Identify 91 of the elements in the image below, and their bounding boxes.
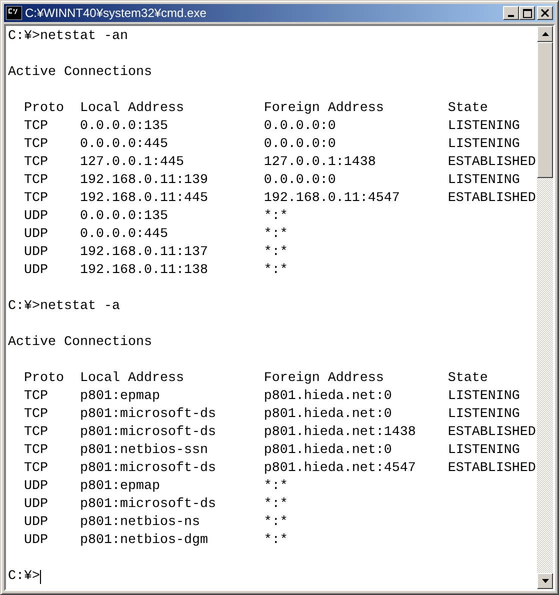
table-cell: 127.0.0.1:1438: [264, 155, 376, 170]
table-cell: LISTENING: [448, 407, 520, 422]
table-cell: LISTENING: [448, 119, 520, 134]
maximize-icon: [522, 8, 532, 18]
table-cell: 0.0.0.0:135: [80, 119, 168, 134]
table-cell: 0.0.0.0:0: [264, 137, 336, 152]
window-title: C:¥WINNT40¥system32¥cmd.exe: [25, 6, 208, 20]
scroll-down-button[interactable]: [537, 573, 553, 589]
scroll-up-button[interactable]: [537, 26, 553, 42]
table-cell: TCP: [24, 443, 48, 458]
table-cell: TCP: [24, 389, 48, 404]
close-button[interactable]: [537, 6, 553, 20]
table-cell: LISTENING: [448, 137, 520, 152]
scroll-thumb[interactable]: [537, 42, 553, 178]
table-cell: UDP: [24, 209, 48, 224]
table-cell: p801.hieda.net:0: [264, 389, 392, 404]
section-heading: Active Connections: [8, 64, 152, 82]
table-cell: p801:netbios-dgm: [80, 533, 208, 548]
table-cell: ESTABLISHED: [448, 155, 536, 170]
column-header: Foreign Address: [264, 101, 384, 116]
column-header: Local Address: [80, 371, 184, 386]
table-cell: LISTENING: [448, 389, 520, 404]
table-cell: 127.0.0.1:445: [80, 155, 184, 170]
table-cell: TCP: [24, 407, 48, 422]
table-cell: p801.hieda.net:4547: [264, 461, 416, 476]
table-cell: TCP: [24, 173, 48, 188]
table-cell: LISTENING: [448, 443, 520, 458]
table-cell: 0.0.0.0:445: [80, 227, 168, 242]
table-cell: *:*: [264, 515, 288, 530]
table-cell: p801:microsoft-ds: [80, 461, 216, 476]
table-cell: UDP: [24, 497, 48, 512]
table-cell: TCP: [24, 119, 48, 134]
table-cell: *:*: [264, 497, 288, 512]
table-cell: p801:netbios-ssn: [80, 443, 208, 458]
table-cell: *:*: [264, 245, 288, 260]
table-cell: 0.0.0.0:0: [264, 119, 336, 134]
column-header: Proto: [24, 371, 64, 386]
table-cell: 192.168.0.11:138: [80, 263, 208, 278]
table-cell: p801:epmap: [80, 389, 160, 404]
table-cell: p801.hieda.net:0: [264, 407, 392, 422]
table-cell: TCP: [24, 137, 48, 152]
table-cell: *:*: [264, 533, 288, 548]
table-cell: UDP: [24, 245, 48, 260]
table-cell: 0.0.0.0:0: [264, 173, 336, 188]
table-cell: 192.168.0.11:137: [80, 245, 208, 260]
table-cell: TCP: [24, 425, 48, 440]
down-arrow-icon: [542, 579, 548, 583]
command-line: C:¥>netstat -a: [8, 298, 120, 316]
table-cell: UDP: [24, 533, 48, 548]
table-cell: UDP: [24, 263, 48, 278]
table-cell: UDP: [24, 227, 48, 242]
table-cell: *:*: [264, 479, 288, 494]
table-cell: *:*: [264, 209, 288, 224]
table-cell: p801:microsoft-ds: [80, 497, 216, 512]
table-cell: TCP: [24, 461, 48, 476]
up-arrow-icon: [542, 32, 548, 36]
table-cell: ESTABLISHED: [448, 461, 536, 476]
command-prompt: C:¥>: [8, 568, 40, 586]
column-header: Proto: [24, 101, 64, 116]
minimize-button[interactable]: [503, 6, 519, 20]
table-cell: LISTENING: [448, 173, 520, 188]
table-cell: ESTABLISHED: [448, 191, 536, 206]
table-cell: 192.168.0.11:4547: [264, 191, 400, 206]
table-cell: 0.0.0.0:445: [80, 137, 168, 152]
table-cell: TCP: [24, 191, 48, 206]
table-cell: *:*: [264, 263, 288, 278]
section-heading: Active Connections: [8, 334, 152, 352]
text-cursor: [40, 570, 41, 584]
table-cell: 192.168.0.11:445: [80, 191, 208, 206]
table-cell: p801:epmap: [80, 479, 160, 494]
table-cell: ESTABLISHED: [448, 425, 536, 440]
table-cell: p801.hieda.net:1438: [264, 425, 416, 440]
table-cell: UDP: [24, 479, 48, 494]
table-cell: *:*: [264, 227, 288, 242]
maximize-button[interactable]: [519, 6, 535, 20]
scrollbar[interactable]: [537, 26, 553, 589]
table-cell: p801:netbios-ns: [80, 515, 200, 530]
table-cell: p801:microsoft-ds: [80, 425, 216, 440]
table-cell: 192.168.0.11:139: [80, 173, 208, 188]
table-cell: TCP: [24, 155, 48, 170]
column-header: State: [448, 101, 488, 116]
column-header: Local Address: [80, 101, 184, 116]
table-cell: UDP: [24, 515, 48, 530]
table-cell: 0.0.0.0:135: [80, 209, 168, 224]
table-cell: p801.hieda.net:0: [264, 443, 392, 458]
command-line: C:¥>netstat -an: [8, 28, 128, 46]
table-cell: p801:microsoft-ds: [80, 407, 216, 422]
column-header: State: [448, 371, 488, 386]
column-header: Foreign Address: [264, 371, 384, 386]
console-icon[interactable]: [6, 6, 22, 20]
close-icon: [541, 9, 549, 17]
